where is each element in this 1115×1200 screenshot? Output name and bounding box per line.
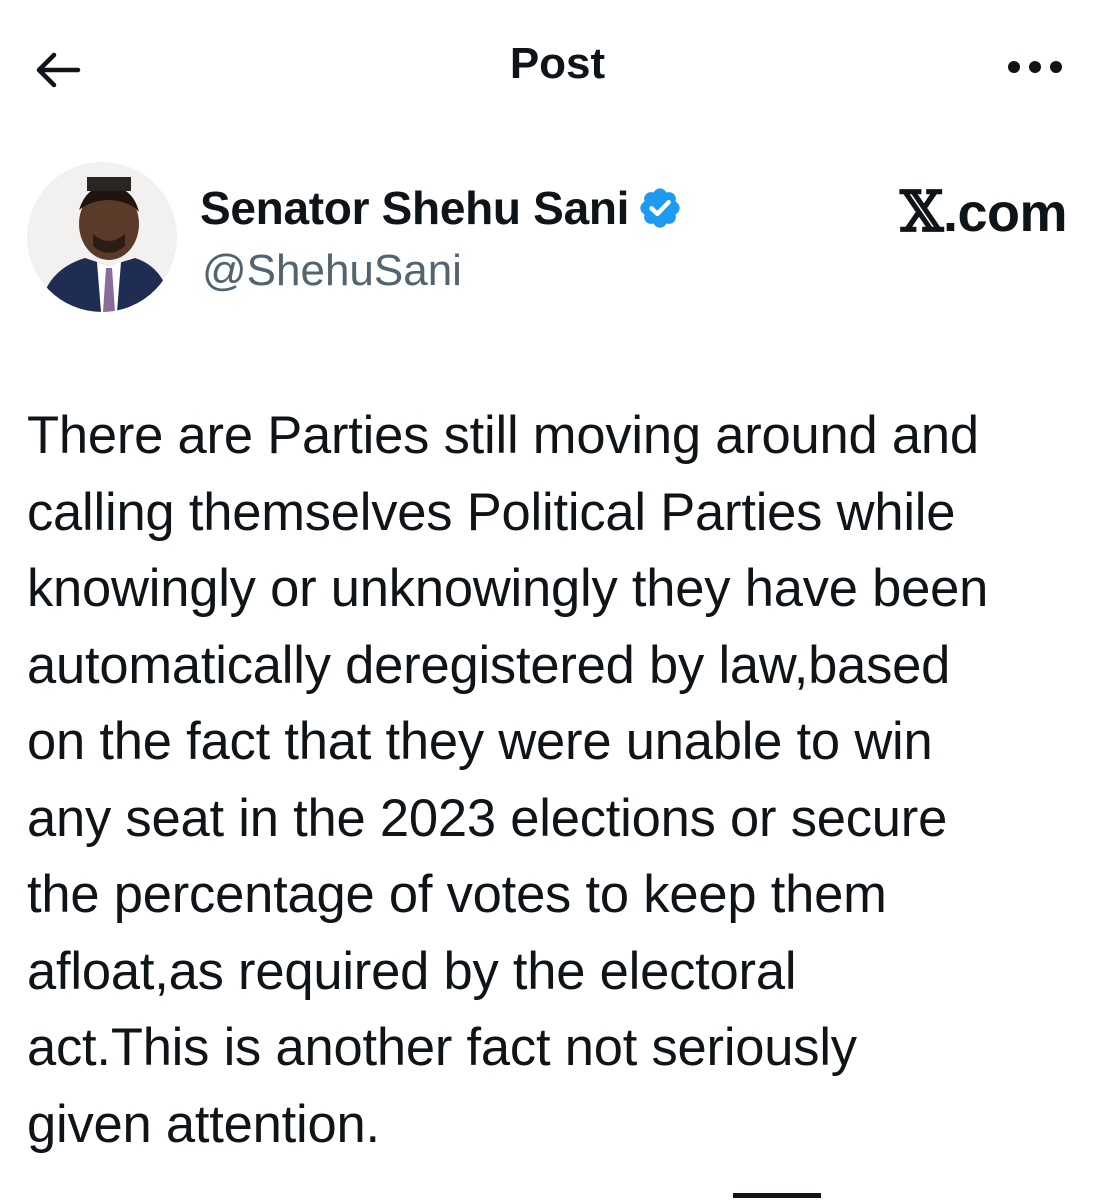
author-handle[interactable]: @ShehuSani (202, 244, 462, 298)
display-name[interactable]: Senator Shehu Sani (200, 181, 629, 235)
profile-photo (27, 162, 177, 312)
more-horizontal-icon (1008, 61, 1062, 73)
more-options-button[interactable] (995, 42, 1075, 92)
tweet-text: There are Parties still moving around an… (27, 406, 989, 1154)
author-row: Senator Shehu Sani (200, 178, 683, 238)
x-logo-icon: 𝕏 (900, 179, 943, 245)
brand-watermark: 𝕏.com (900, 179, 1068, 245)
bottom-indicator (733, 1193, 821, 1198)
top-bar: Post (0, 0, 1115, 130)
brand-text: .com (942, 183, 1068, 243)
page-title: Post (509, 39, 606, 88)
avatar[interactable] (27, 162, 177, 312)
verified-badge-icon (637, 185, 683, 231)
